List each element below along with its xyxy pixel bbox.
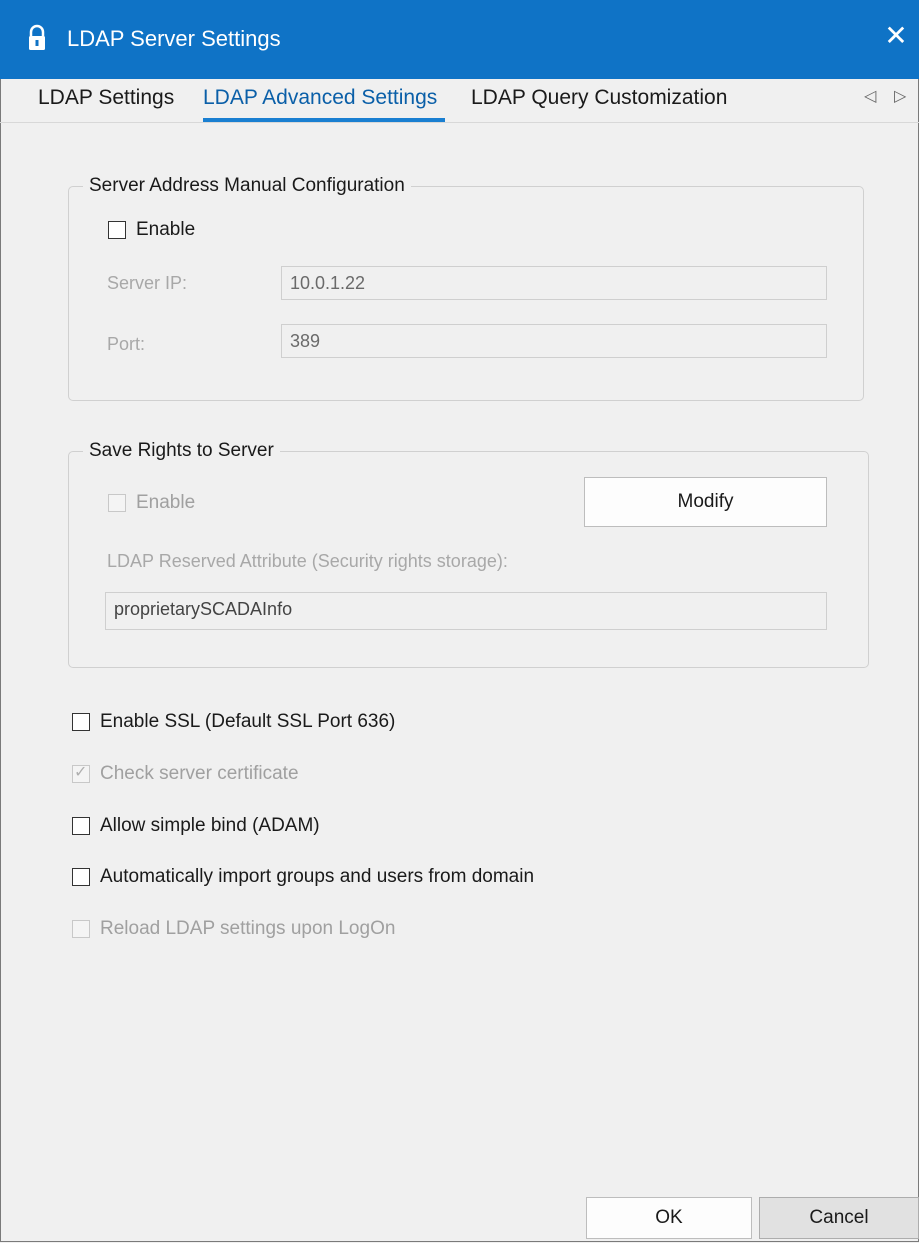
tab-ldap-query-customization[interactable]: LDAP Query Customization bbox=[471, 86, 727, 110]
checkmark-icon: ✓ bbox=[74, 764, 88, 781]
server-address-enable-label: Enable bbox=[136, 219, 196, 240]
enable-ssl-checkbox[interactable]: Enable SSL (Default SSL Port 636) bbox=[72, 711, 395, 733]
ok-button[interactable]: OK bbox=[586, 1197, 752, 1239]
tab-scroll-left-icon[interactable]: ◁ bbox=[864, 86, 876, 106]
save-rights-enable-checkbox[interactable]: Enable bbox=[108, 492, 195, 514]
tab-ldap-advanced-settings[interactable]: LDAP Advanced Settings bbox=[203, 86, 437, 110]
checkbox-icon[interactable] bbox=[72, 868, 90, 886]
checkbox-icon[interactable] bbox=[108, 494, 126, 512]
active-tab-indicator bbox=[203, 118, 445, 122]
reserved-attribute-field[interactable]: proprietarySCADAInfo bbox=[105, 592, 827, 630]
close-button[interactable]: ✕ bbox=[878, 16, 914, 56]
reserved-attribute-label: LDAP Reserved Attribute (Security rights… bbox=[107, 551, 508, 571]
server-ip-field[interactable]: 10.0.1.22 bbox=[281, 266, 827, 300]
auto-import-label: Automatically import groups and users fr… bbox=[100, 866, 535, 887]
tab-strip: LDAP Settings LDAP Advanced Settings LDA… bbox=[0, 79, 919, 123]
checkbox-icon[interactable] bbox=[72, 920, 90, 938]
save-rights-legend: Save Rights to Server bbox=[89, 440, 274, 461]
allow-simple-bind-label: Allow simple bind (ADAM) bbox=[100, 815, 320, 836]
reload-ldap-settings-label: Reload LDAP settings upon LogOn bbox=[100, 918, 396, 939]
port-field[interactable]: 389 bbox=[281, 324, 827, 358]
checkbox-icon[interactable] bbox=[72, 713, 90, 731]
check-server-certificate-label: Check server certificate bbox=[100, 763, 299, 784]
port-label: Port: bbox=[107, 334, 146, 354]
save-rights-enable-label: Enable bbox=[136, 492, 196, 513]
server-address-legend: Server Address Manual Configuration bbox=[89, 175, 405, 196]
title-bar[interactable]: LDAP Server Settings ✕ bbox=[0, 0, 919, 79]
checkbox-icon[interactable] bbox=[72, 817, 90, 835]
reload-ldap-settings-checkbox[interactable]: Reload LDAP settings upon LogOn bbox=[72, 918, 395, 940]
allow-simple-bind-checkbox[interactable]: Allow simple bind (ADAM) bbox=[72, 815, 320, 837]
checkbox-icon[interactable]: ✓ bbox=[72, 764, 90, 783]
check-server-certificate-checkbox[interactable]: ✓ Check server certificate bbox=[72, 763, 299, 785]
server-address-enable-checkbox[interactable]: Enable bbox=[108, 219, 195, 241]
checkbox-icon[interactable] bbox=[108, 221, 126, 239]
tab-scroll-right-icon[interactable]: ▷ bbox=[894, 86, 906, 106]
server-ip-label: Server IP: bbox=[107, 273, 188, 293]
cancel-button[interactable]: Cancel bbox=[759, 1197, 919, 1239]
lock-icon bbox=[27, 24, 47, 52]
auto-import-checkbox[interactable]: Automatically import groups and users fr… bbox=[72, 866, 534, 888]
enable-ssl-label: Enable SSL (Default SSL Port 636) bbox=[100, 711, 396, 732]
window-title: LDAP Server Settings bbox=[67, 26, 281, 51]
modify-button[interactable]: Modify bbox=[584, 477, 827, 527]
tab-ldap-settings[interactable]: LDAP Settings bbox=[38, 86, 174, 110]
